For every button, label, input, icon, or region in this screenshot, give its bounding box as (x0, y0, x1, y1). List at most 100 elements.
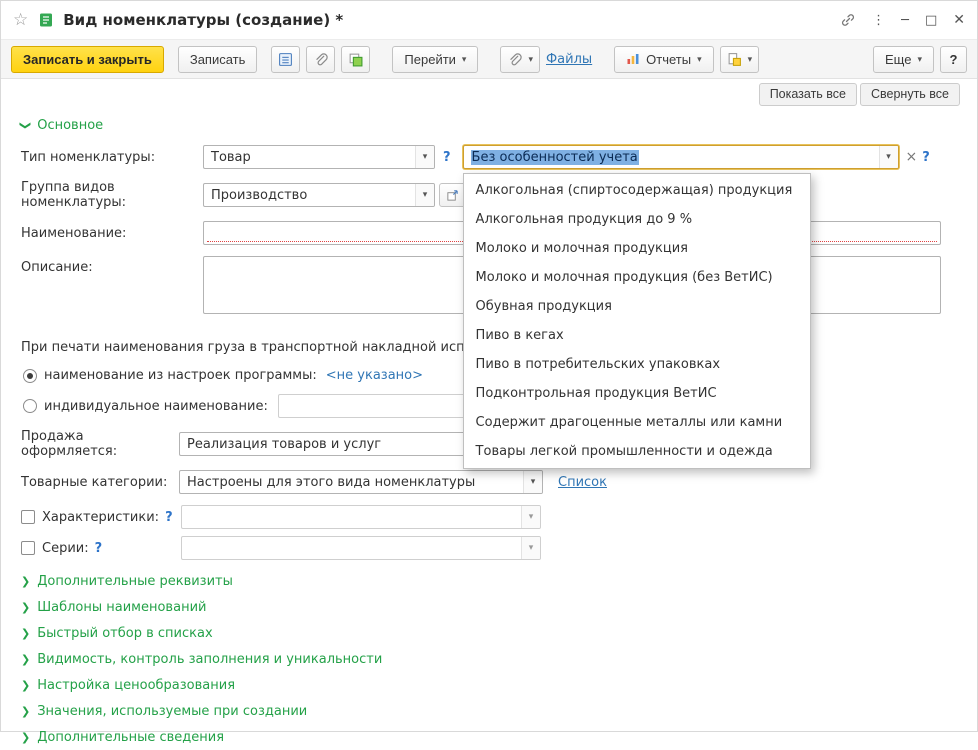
not-specified-link[interactable]: <не указано> (326, 368, 423, 383)
section-label: Настройка ценообразования (37, 678, 235, 693)
section-additional-attributes[interactable]: ❯ Дополнительные реквизиты (21, 568, 957, 594)
attachments-menu-button[interactable]: ▾ (500, 46, 540, 73)
section-additional-info[interactable]: ❯ Дополнительные сведения (21, 724, 957, 750)
characteristics-checkbox[interactable] (21, 510, 35, 524)
categories-combobox[interactable]: Настроены для этого вида номенклатуры ▾ (179, 470, 543, 494)
view-options-bar: Показать все Свернуть все (1, 79, 977, 109)
series-combobox[interactable]: ▾ (181, 536, 541, 560)
kebab-menu-icon[interactable]: ⋮ (872, 14, 885, 27)
favorite-star-icon[interactable]: ☆ (13, 10, 28, 30)
combo-arrow-icon[interactable]: ▾ (415, 184, 434, 206)
characteristics-checkbox-wrap: Характеристики: ? (21, 510, 181, 525)
dropdown-item[interactable]: Алкогольная (спиртосодержащая) продукция (464, 176, 810, 205)
series-checkbox-wrap: Серии: ? (21, 541, 181, 556)
section-pricing-setup[interactable]: ❯ Настройка ценообразования (21, 672, 957, 698)
dropdown-item[interactable]: Пиво в кегах (464, 321, 810, 350)
help-button[interactable]: ? (940, 46, 967, 73)
save-and-close-button[interactable]: Записать и закрыть (11, 46, 164, 73)
combo-arrow-icon[interactable]: ▾ (521, 537, 540, 559)
section-quick-filter[interactable]: ❯ Быстрый отбор в списках (21, 620, 957, 646)
copy-structure-button[interactable] (341, 46, 370, 73)
section-visibility-control[interactable]: ❯ Видимость, контроль заполнения и уника… (21, 646, 957, 672)
group-combobox[interactable]: Производство ▾ (203, 183, 435, 207)
nomenclature-type-window: ☆ Вид номенклатуры (создание) * ⋮ ─ □ ✕ (0, 0, 978, 732)
command-toolbar: Записать и закрыть Записать (1, 39, 977, 79)
reports-button[interactable]: Отчеты ▾ (614, 46, 713, 73)
dropdown-item[interactable]: Молоко и молочная продукция (без ВетИС) (464, 263, 810, 292)
section-label: Быстрый отбор в списках (37, 626, 212, 641)
radio-individual-label[interactable]: индивидуальное наименование: (44, 399, 268, 414)
chevron-down-icon: ❯ (19, 120, 32, 129)
minimize-button[interactable]: ─ (901, 14, 909, 27)
related-documents-button[interactable] (271, 46, 300, 73)
close-button[interactable]: ✕ (953, 13, 965, 27)
categories-list-link[interactable]: Список (558, 475, 607, 490)
save-label: Записать (190, 52, 246, 67)
chevron-down-icon: ▾ (462, 54, 467, 65)
show-all-label: Показать все (770, 87, 846, 101)
dropdown-item[interactable]: Молоко и молочная продукция (464, 234, 810, 263)
chevron-right-icon: ❯ (21, 653, 30, 666)
categories-value: Настроены для этого вида номенклатуры (187, 475, 475, 490)
series-checkbox[interactable] (21, 541, 35, 555)
combo-arrow-icon[interactable]: ▾ (521, 506, 540, 528)
radio-program-label[interactable]: наименование из настроек программы: (44, 368, 317, 383)
characteristics-help-icon[interactable]: ? (165, 510, 173, 525)
clear-field-icon[interactable]: × (906, 149, 918, 165)
get-link-icon[interactable] (840, 12, 856, 28)
dropdown-item[interactable]: Алкогольная продукция до 9 % (464, 205, 810, 234)
export-menu-button[interactable]: ▾ (720, 46, 760, 73)
more-button[interactable]: Еще ▾ (873, 46, 934, 73)
type-help-icon[interactable]: ? (443, 150, 451, 165)
dropdown-item[interactable]: Товары легкой промышленности и одежда (464, 437, 810, 466)
titlebar: ☆ Вид номенклатуры (создание) * ⋮ ─ □ ✕ (1, 1, 977, 39)
section-main[interactable]: ❯ Основное (21, 115, 957, 135)
combo-arrow-icon[interactable]: ▾ (415, 146, 434, 168)
series-label[interactable]: Серии: (42, 541, 89, 556)
accounting-features-combobox[interactable]: Без особенностей учета ▾ (463, 145, 899, 169)
row-categories: Товарные категории: Настроены для этого … (21, 470, 957, 494)
group-label: Группа видов номенклатуры: (21, 180, 203, 210)
series-help-icon[interactable]: ? (95, 541, 103, 556)
chevron-down-icon: ▾ (697, 54, 702, 65)
section-label: Видимость, контроль заполнения и уникаль… (37, 652, 382, 667)
section-label: Шаблоны наименований (37, 600, 206, 615)
section-default-values[interactable]: ❯ Значения, используемые при создании (21, 698, 957, 724)
features-help-icon[interactable]: ? (922, 150, 930, 165)
row-nomenclature-type: Тип номенклатуры: Товар ▾ ? Без особенно… (21, 145, 957, 169)
dropdown-item[interactable]: Подконтрольная продукция ВетИС (464, 379, 810, 408)
radio-program-name[interactable] (23, 369, 37, 383)
row-characteristics: Характеристики: ? ▾ (21, 505, 957, 529)
goto-button[interactable]: Перейти ▾ (392, 46, 478, 73)
combo-arrow-icon[interactable]: ▾ (523, 471, 542, 493)
page-title: Вид номенклатуры (создание) * (63, 11, 343, 29)
attach-file-button[interactable] (306, 46, 335, 73)
section-name-templates[interactable]: ❯ Шаблоны наименований (21, 594, 957, 620)
reports-label: Отчеты (646, 52, 691, 67)
dropdown-item[interactable]: Обувная продукция (464, 292, 810, 321)
save-button[interactable]: Записать (178, 46, 258, 73)
collapse-all-button[interactable]: Свернуть все (860, 83, 960, 106)
characteristics-combobox[interactable]: ▾ (181, 505, 541, 529)
accounting-features-value: Без особенностей учета (471, 150, 639, 165)
combo-arrow-icon[interactable]: ▾ (879, 146, 898, 168)
help-label: ? (950, 52, 958, 67)
section-label: Дополнительные реквизиты (37, 574, 233, 589)
dropdown-item[interactable]: Содержит драгоценные металлы или камни (464, 408, 810, 437)
characteristics-label[interactable]: Характеристики: (42, 510, 159, 525)
files-link[interactable]: Файлы (546, 52, 592, 67)
show-all-button[interactable]: Показать все (759, 83, 857, 106)
type-value: Товар (211, 150, 251, 165)
maximize-button[interactable]: □ (925, 14, 937, 27)
chevron-right-icon: ❯ (21, 731, 30, 744)
chevron-right-icon: ❯ (21, 575, 30, 588)
categories-label: Товарные категории: (21, 475, 179, 490)
copy-icon (348, 52, 363, 67)
radio-individual-name[interactable] (23, 399, 37, 413)
row-series: Серии: ? ▾ (21, 536, 957, 560)
type-combobox[interactable]: Товар ▾ (203, 145, 435, 169)
description-label: Описание: (21, 256, 203, 275)
sale-label: Продажа оформляется: (21, 429, 179, 459)
type-label: Тип номенклатуры: (21, 150, 203, 165)
dropdown-item[interactable]: Пиво в потребительских упаковках (464, 350, 810, 379)
